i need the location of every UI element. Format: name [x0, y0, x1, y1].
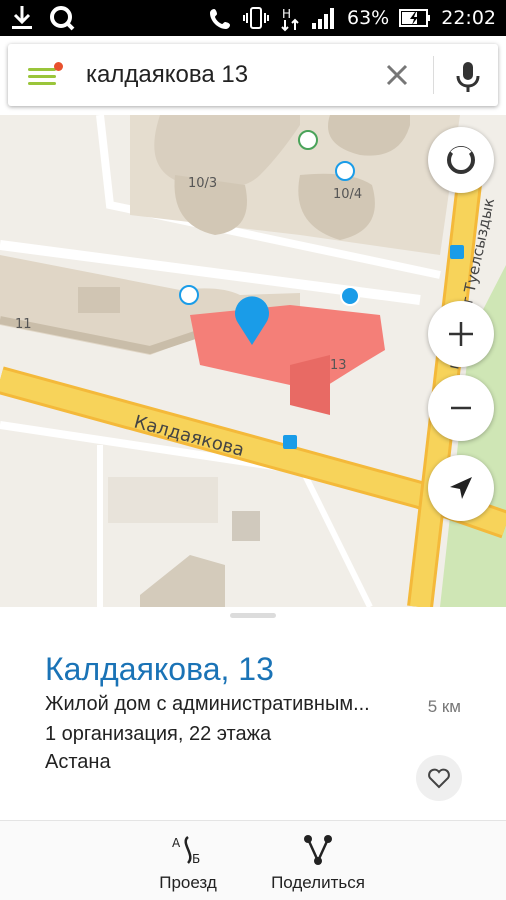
place-title[interactable]: Калдаякова, 13: [45, 651, 274, 688]
heart-icon: [428, 768, 450, 789]
label-building-11: 11: [15, 317, 32, 332]
svg-text:H: H: [282, 7, 291, 21]
my-location-button[interactable]: [428, 455, 494, 521]
minus-icon: [451, 406, 471, 410]
place-distance: 5 км: [427, 697, 461, 716]
battery-level: 63%: [347, 7, 390, 29]
svg-text:A: A: [172, 836, 181, 850]
bus-stop-icon: [450, 245, 464, 259]
route-icon: A Б: [172, 836, 200, 866]
map-view[interactable]: 10/3 10/4 11 13 Калдаякова проспект Туел…: [0, 115, 506, 607]
search-bar: [8, 44, 498, 106]
bus-stop-icon-2: [283, 435, 297, 449]
zoom-out-button[interactable]: [428, 375, 494, 441]
route-button[interactable]: A Б Проезд: [118, 833, 258, 897]
data-transfer-icon: H: [279, 4, 301, 32]
share-button[interactable]: Поделиться: [248, 833, 388, 897]
menu-button[interactable]: [24, 60, 64, 90]
clock: 22:02: [441, 7, 496, 29]
playground-icon: [335, 161, 355, 181]
favorite-button[interactable]: [416, 755, 462, 801]
route-label: Проезд: [159, 873, 217, 892]
download-icon: [10, 4, 34, 32]
call-icon: [209, 6, 233, 30]
vibrate-icon: [243, 6, 269, 30]
label-building-10-3: 10/3: [188, 176, 217, 191]
notification-dot: [54, 62, 63, 71]
search-app-icon: [48, 4, 76, 32]
zoom-in-button[interactable]: [428, 301, 494, 367]
microphone-icon: [456, 62, 480, 92]
place-organizations[interactable]: 1 организация, 22 этажа: [45, 723, 271, 746]
label-building-10-4: 10/4: [333, 187, 362, 202]
map-canvas: 10/3 10/4 11 13 Калдаякова проспект Туел…: [0, 115, 506, 607]
plus-icon: [449, 322, 473, 346]
place-city: Астана: [45, 751, 111, 773]
svg-text:Б: Б: [192, 852, 200, 866]
battery-icon: [399, 8, 431, 28]
label-building-13: 13: [330, 358, 347, 373]
navigation-arrow-icon: [450, 477, 472, 499]
voice-search-button[interactable]: [448, 56, 488, 96]
share-label: Поделиться: [271, 873, 365, 892]
search-input[interactable]: [86, 58, 366, 92]
compass-icon: [447, 146, 475, 174]
compass-button[interactable]: [428, 127, 494, 193]
search-divider: [433, 56, 434, 94]
drag-handle[interactable]: [230, 613, 276, 618]
close-icon: [386, 64, 408, 86]
shop-icon: [298, 130, 318, 150]
place-card[interactable]: Калдаякова, 13 Жилой дом с административ…: [0, 607, 506, 820]
action-bar: A Б Проезд Поделиться: [0, 820, 506, 900]
playground-icon-2: [179, 285, 199, 305]
share-icon: [304, 835, 332, 865]
signal-icon: [311, 7, 337, 29]
status-bar: H 63% 22:02: [0, 0, 506, 36]
clear-search-button[interactable]: [380, 58, 414, 92]
place-description: Жилой дом с административным...: [45, 693, 370, 715]
